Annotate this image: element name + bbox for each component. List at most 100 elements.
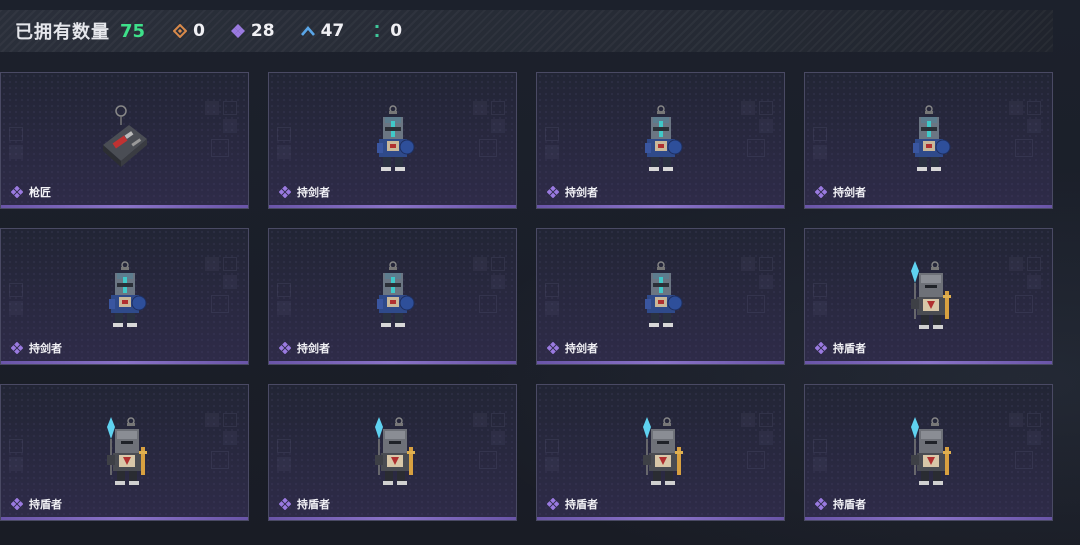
collection-card[interactable]: 持盾者 [804,384,1053,521]
decorative-square [223,431,237,445]
decorative-square [759,101,773,115]
card-name: 持盾者 [565,498,598,511]
decorative-square [211,295,229,313]
card-name: 枪匠 [29,186,51,199]
collection-card[interactable]: 持盾者 [536,384,785,521]
decorative-square [545,301,559,315]
collection-card[interactable]: 持盾者 [804,228,1053,365]
decorative-square [9,127,23,141]
decorative-square [759,275,773,289]
decorative-square [277,301,291,315]
decorative-square [9,301,23,315]
card-name: 持剑者 [833,186,866,199]
decorative-square [491,275,505,289]
sword-bearer-figure-icon [912,105,950,171]
decorative-square [277,457,291,471]
decorative-square [759,257,773,271]
decorative-square [741,101,755,115]
decorative-square [223,119,237,133]
shield-bearer-figure-icon [910,261,951,329]
stat-blue: 47 [300,21,345,41]
decorative-square [545,439,559,453]
green-dots-icon [375,25,379,37]
decorative-square [223,257,237,271]
collection-card[interactable]: 持剑者 [268,72,517,209]
decorative-square [1009,257,1023,271]
stat-value: 47 [320,21,345,41]
card-name: 持剑者 [565,186,598,199]
decorative-square [545,457,559,471]
rarity-purple-icon [547,342,559,354]
stat-orange: 0 [173,21,205,41]
card-name-row: 持剑者 [547,340,598,356]
rarity-purple-icon [279,342,291,354]
shield-bearer-figure-icon [910,417,951,485]
decorative-square [491,413,505,427]
decorative-square [1009,101,1023,115]
orange-diamond-icon [173,24,188,38]
collection-card[interactable]: 枪匠 [0,72,249,209]
decorative-square [1015,139,1033,157]
collection-card[interactable]: 持剑者 [536,228,785,365]
sword-bearer-figure-icon [644,261,682,327]
decorative-square [479,139,497,157]
decorative-square [277,127,291,141]
rarity-purple-icon [11,186,23,198]
rarity-purple-icon [547,186,559,198]
decorative-square [759,413,773,427]
card-name-row: 持剑者 [279,184,330,200]
decorative-square [9,283,23,297]
gunsmith-figure-icon [102,105,147,167]
card-name: 持盾者 [833,342,866,355]
card-name-row: 持盾者 [815,496,866,512]
decorative-square [223,101,237,115]
decorative-square [1015,295,1033,313]
card-name-row: 枪匠 [11,184,51,200]
decorative-square [1015,451,1033,469]
decorative-square [473,413,487,427]
decorative-square [205,413,219,427]
decorative-square [1027,431,1041,445]
collection-card[interactable]: 持剑者 [536,72,785,209]
card-name-row: 持盾者 [11,496,62,512]
decorative-square [1027,119,1041,133]
decorative-square [223,413,237,427]
card-name: 持盾者 [29,498,62,511]
card-name-row: 持剑者 [279,340,330,356]
decorative-square [491,257,505,271]
decorative-square [9,457,23,471]
card-name: 持剑者 [29,342,62,355]
decorative-square [479,295,497,313]
decorative-square [813,457,827,471]
stat-green: 0 [370,21,402,41]
decorative-square [1027,413,1041,427]
collection-card[interactable]: 持盾者 [268,384,517,521]
rarity-purple-icon [815,186,827,198]
decorative-square [759,119,773,133]
decorative-square [491,101,505,115]
card-name-row: 持盾者 [547,496,598,512]
decorative-square [747,295,765,313]
decorative-square [813,283,827,297]
collection-card[interactable]: 持剑者 [804,72,1053,209]
purple-diamond-icon [230,24,245,38]
decorative-square [491,431,505,445]
card-name: 持剑者 [565,342,598,355]
owned-count: 75 [120,20,146,42]
rarity-purple-icon [11,498,23,510]
rarity-purple-icon [815,498,827,510]
stat-value: 0 [193,21,205,41]
collection-card[interactable]: 持剑者 [268,228,517,365]
decorative-square [813,145,827,159]
card-name-row: 持盾者 [279,496,330,512]
decorative-square [813,439,827,453]
decorative-square [741,413,755,427]
collection-card[interactable]: 持剑者 [0,228,249,365]
sword-bearer-figure-icon [644,105,682,171]
decorative-square [9,145,23,159]
decorative-square [277,283,291,297]
decorative-square [205,101,219,115]
decorative-square [473,101,487,115]
decorative-square [813,301,827,315]
collection-card[interactable]: 持盾者 [0,384,249,521]
